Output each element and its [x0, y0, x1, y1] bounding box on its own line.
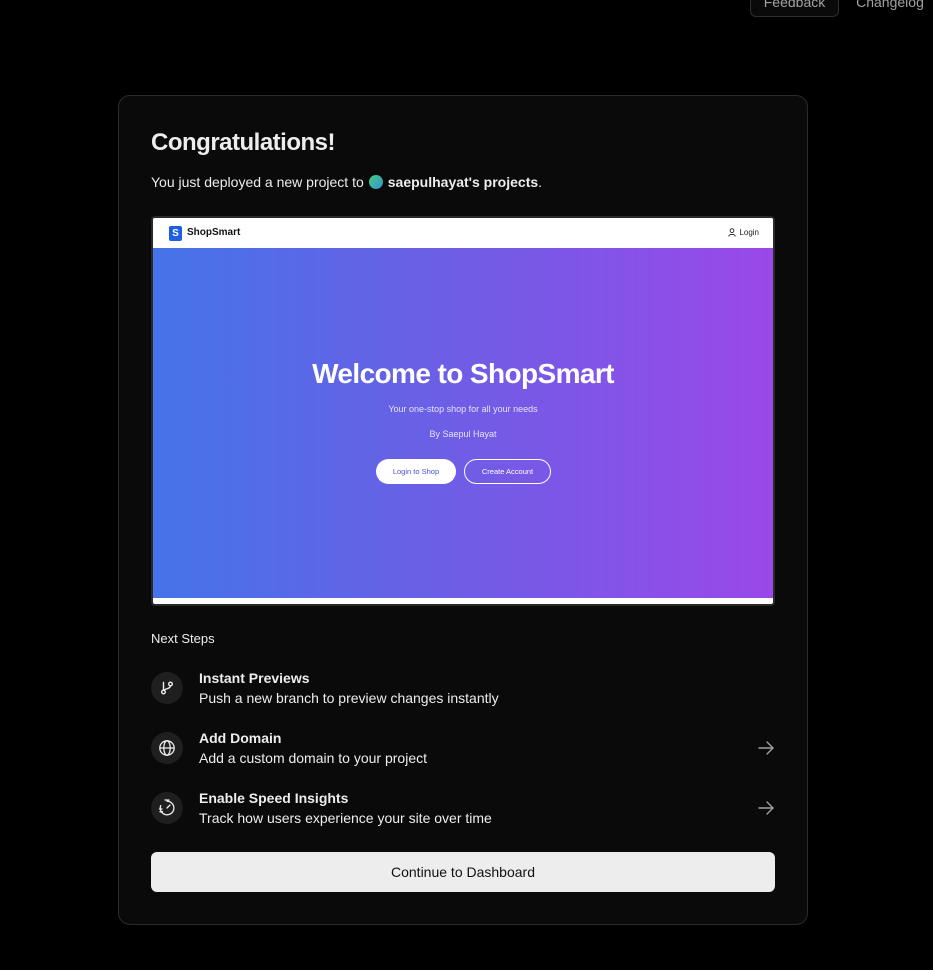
preview-brand: ShopSmart: [187, 227, 241, 238]
deploy-message: You just deployed a new project to saepu…: [151, 174, 542, 190]
continue-to-dashboard-button[interactable]: Continue to Dashboard: [151, 852, 775, 892]
preview-hero-title: Welcome to ShopSmart: [312, 358, 614, 389]
team-avatar: [368, 175, 383, 189]
step-add-domain[interactable]: Add Domain Add a custom domain to your p…: [151, 730, 775, 770]
preview-login-button: Login to Shop: [376, 459, 456, 484]
user-icon: [728, 228, 737, 237]
page-title: Congratulations!: [151, 129, 336, 156]
deploy-message-prefix: You just deployed a new project to: [151, 174, 364, 190]
preview-login-link: Login: [728, 228, 759, 237]
speed-gauge-icon: [151, 792, 183, 824]
deploy-success-card: Congratulations! You just deployed a new…: [118, 95, 808, 925]
step-title: Add Domain: [199, 730, 282, 746]
arrow-right-icon[interactable]: [757, 740, 775, 756]
deployment-preview[interactable]: S ShopSmart Login Welcome to ShopSmart Y…: [151, 216, 775, 606]
preview-navbar: S ShopSmart Login: [153, 218, 773, 248]
preview-hero-author: By Saepul Hayat: [429, 429, 497, 439]
step-title: Instant Previews: [199, 670, 310, 686]
step-description: Push a new branch to preview changes ins…: [199, 690, 499, 706]
preview-login-label: Login: [739, 228, 759, 237]
step-speed-insights[interactable]: Enable Speed Insights Track how users ex…: [151, 790, 775, 830]
team-name-link[interactable]: saepulhayat's projects: [388, 174, 538, 190]
globe-icon: [151, 732, 183, 764]
preview-hero-subtitle: Your one-stop shop for all your needs: [388, 404, 538, 414]
git-branch-icon: [151, 672, 183, 704]
feedback-button[interactable]: Feedback: [750, 0, 839, 17]
next-steps-heading: Next Steps: [151, 631, 215, 646]
step-description: Track how users experience your site ove…: [199, 810, 492, 826]
deploy-message-suffix: .: [538, 174, 543, 190]
preview-hero: Welcome to ShopSmart Your one-stop shop …: [153, 248, 773, 598]
arrow-right-icon[interactable]: [757, 800, 775, 816]
changelog-link[interactable]: Changelog: [850, 0, 930, 17]
preview-create-account-button: Create Account: [464, 459, 551, 484]
step-instant-previews: Instant Previews Push a new branch to pr…: [151, 670, 775, 710]
shopsmart-logo-icon: S: [169, 226, 182, 241]
step-description: Add a custom domain to your project: [199, 750, 428, 766]
step-title: Enable Speed Insights: [199, 790, 349, 806]
